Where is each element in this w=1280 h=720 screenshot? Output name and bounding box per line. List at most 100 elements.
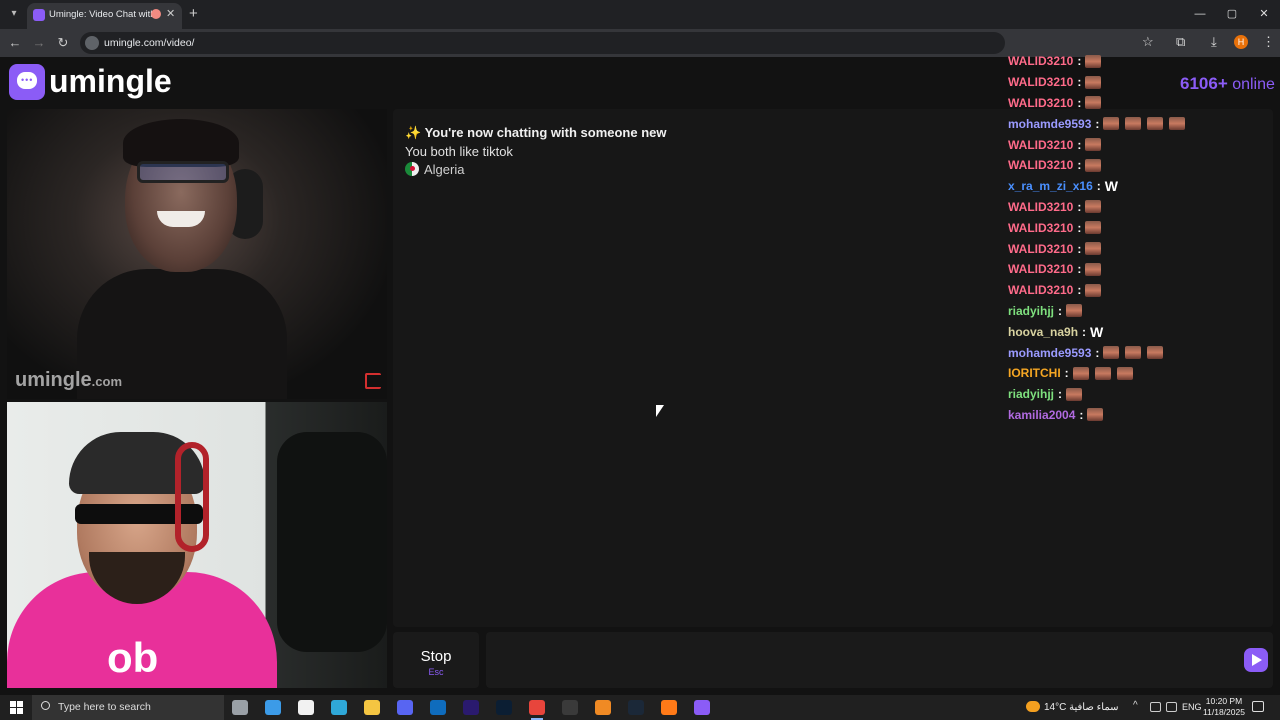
- emote-icon: [1072, 366, 1089, 380]
- discord-taskbar-icon[interactable]: [397, 700, 413, 715]
- live-chat-message: WALID3210:: [1000, 93, 1278, 114]
- language-indicator[interactable]: ENG: [1182, 702, 1202, 712]
- live-chat-message: riadyihjj:: [1000, 384, 1278, 405]
- system-clock[interactable]: 10:20 PM 11/18/2025: [1203, 696, 1245, 718]
- stop-button[interactable]: Stop Esc: [393, 632, 479, 688]
- live-chat-message: WALID3210:: [1000, 280, 1278, 301]
- live-chat-message: WALID3210:: [1000, 217, 1278, 238]
- stop-shortcut-hint: Esc: [428, 667, 444, 677]
- emote-icon: [1085, 221, 1102, 235]
- emote-icon: [1125, 346, 1142, 360]
- back-icon[interactable]: ←: [7, 35, 23, 50]
- stranger-video: umingle.com: [7, 109, 387, 399]
- browser-menu-icon[interactable]: ⋮: [1262, 34, 1275, 50]
- live-chat-message: WALID3210:: [1000, 259, 1278, 280]
- file-taskbar-icon[interactable]: [298, 700, 314, 715]
- chat-username[interactable]: hoova_na9h: [1008, 325, 1078, 339]
- notifications-icon[interactable]: [1252, 701, 1264, 712]
- chat-username[interactable]: IORITCHI: [1008, 366, 1061, 380]
- emote-icon: [1085, 200, 1102, 214]
- stranger-country: Algeria: [405, 162, 464, 177]
- close-window-button[interactable]: ✕: [1248, 0, 1280, 29]
- chat-username[interactable]: WALID3210: [1008, 158, 1073, 172]
- common-interests-message: You both like tiktok: [405, 144, 513, 159]
- chat-username[interactable]: WALID3210: [1008, 283, 1073, 297]
- chat-username[interactable]: WALID3210: [1008, 200, 1073, 214]
- premiere-taskbar-icon[interactable]: [463, 700, 479, 715]
- tab-search-icon[interactable]: ▾: [6, 6, 22, 22]
- app-orange-taskbar-icon[interactable]: [661, 700, 677, 715]
- report-flag-icon[interactable]: [365, 373, 381, 389]
- emote-icon: [1085, 54, 1102, 68]
- chat-username[interactable]: WALID3210: [1008, 138, 1073, 152]
- chat-username[interactable]: riadyihjj: [1008, 387, 1054, 401]
- live-chat-overlay: WALID3210: WALID3210: WALID3210: mohamde959…: [1000, 51, 1278, 425]
- weather-icon: [1026, 701, 1040, 712]
- browser-tab[interactable]: Umingle: Video Chat with S ✕: [27, 3, 182, 29]
- emote-icon: [1066, 387, 1083, 401]
- windows-start-icon[interactable]: [10, 701, 23, 714]
- send-icon[interactable]: [1244, 648, 1268, 672]
- new-tab-button[interactable]: +: [189, 5, 198, 22]
- network-icon[interactable]: [1150, 702, 1161, 712]
- chat-username[interactable]: mohamde9593: [1008, 117, 1091, 131]
- chat-username[interactable]: x_ra_m_zi_x16: [1008, 179, 1093, 193]
- chat-username[interactable]: kamilia2004: [1008, 408, 1075, 422]
- explorer-taskbar-icon[interactable]: [364, 700, 380, 715]
- maximize-button[interactable]: ▢: [1216, 0, 1248, 29]
- logo-text[interactable]: umingle: [49, 63, 172, 100]
- emote-icon: [1169, 117, 1186, 131]
- emote-icon: [1085, 242, 1102, 256]
- emote-icon: [1147, 117, 1164, 131]
- chat-username[interactable]: riadyihjj: [1008, 304, 1054, 318]
- live-chat-message: kamilia2004:: [1000, 405, 1278, 426]
- task-view-taskbar-icon[interactable]: [232, 700, 248, 715]
- store-taskbar-icon[interactable]: [265, 700, 281, 715]
- minimize-button[interactable]: —: [1184, 0, 1216, 29]
- live-chat-message: WALID3210:: [1000, 197, 1278, 218]
- edge-taskbar-icon[interactable]: [331, 700, 347, 715]
- emote-icon: [1085, 138, 1102, 152]
- twitch-taskbar-icon[interactable]: [694, 700, 710, 715]
- close-tab-icon[interactable]: ✕: [166, 7, 175, 20]
- stop-label: Stop: [420, 648, 452, 665]
- tray-overflow-icon[interactable]: ^: [1133, 700, 1138, 711]
- volume-icon[interactable]: [1166, 702, 1177, 712]
- chat-username[interactable]: WALID3210: [1008, 54, 1073, 68]
- chat-username[interactable]: WALID3210: [1008, 221, 1073, 235]
- message-input[interactable]: [486, 632, 1273, 688]
- downloads-icon[interactable]: ⤓: [1211, 34, 1217, 50]
- weather-widget[interactable]: 14°C سماء صافية: [1026, 701, 1119, 713]
- extensions-icon[interactable]: ⧉: [1176, 34, 1185, 50]
- chat-username[interactable]: WALID3210: [1008, 242, 1073, 256]
- bookmark-star-icon[interactable]: ☆: [1142, 34, 1154, 50]
- emote-icon: [1085, 158, 1102, 172]
- profile-avatar[interactable]: H: [1234, 35, 1248, 49]
- photoshop-taskbar-icon[interactable]: [496, 700, 512, 715]
- reload-icon[interactable]: ↻: [55, 35, 71, 51]
- live-chat-message: WALID3210:: [1000, 51, 1278, 72]
- emote-icon: [1103, 346, 1120, 360]
- outlook-taskbar-icon[interactable]: [430, 700, 446, 715]
- chat-username[interactable]: WALID3210: [1008, 262, 1073, 276]
- url-text[interactable]: umingle.com/video/: [104, 37, 194, 49]
- chat-username[interactable]: WALID3210: [1008, 75, 1073, 89]
- umingle-logo-icon[interactable]: •••: [9, 64, 45, 100]
- emote-icon: [1085, 75, 1102, 89]
- steam-taskbar-icon[interactable]: [628, 700, 644, 715]
- site-info-icon[interactable]: [85, 36, 99, 50]
- audio-playing-icon[interactable]: [151, 9, 161, 19]
- chat-username[interactable]: WALID3210: [1008, 96, 1073, 110]
- address-bar[interactable]: umingle.com/video/: [80, 32, 1005, 54]
- forward-icon[interactable]: →: [31, 35, 47, 50]
- chrome-taskbar-icon[interactable]: [529, 700, 545, 720]
- emote-icon: [1085, 96, 1102, 110]
- tab-title: Umingle: Video Chat with S: [49, 9, 153, 20]
- mouse-cursor-icon: [656, 405, 664, 417]
- taskbar-search[interactable]: Type here to search: [32, 695, 224, 720]
- chat-username[interactable]: mohamde9593: [1008, 346, 1091, 360]
- w-emote-icon: W: [1090, 323, 1104, 340]
- fl-studio-taskbar-icon[interactable]: [595, 700, 611, 715]
- obs-taskbar-icon[interactable]: [562, 700, 578, 715]
- live-chat-message: mohamde9593:: [1000, 342, 1278, 363]
